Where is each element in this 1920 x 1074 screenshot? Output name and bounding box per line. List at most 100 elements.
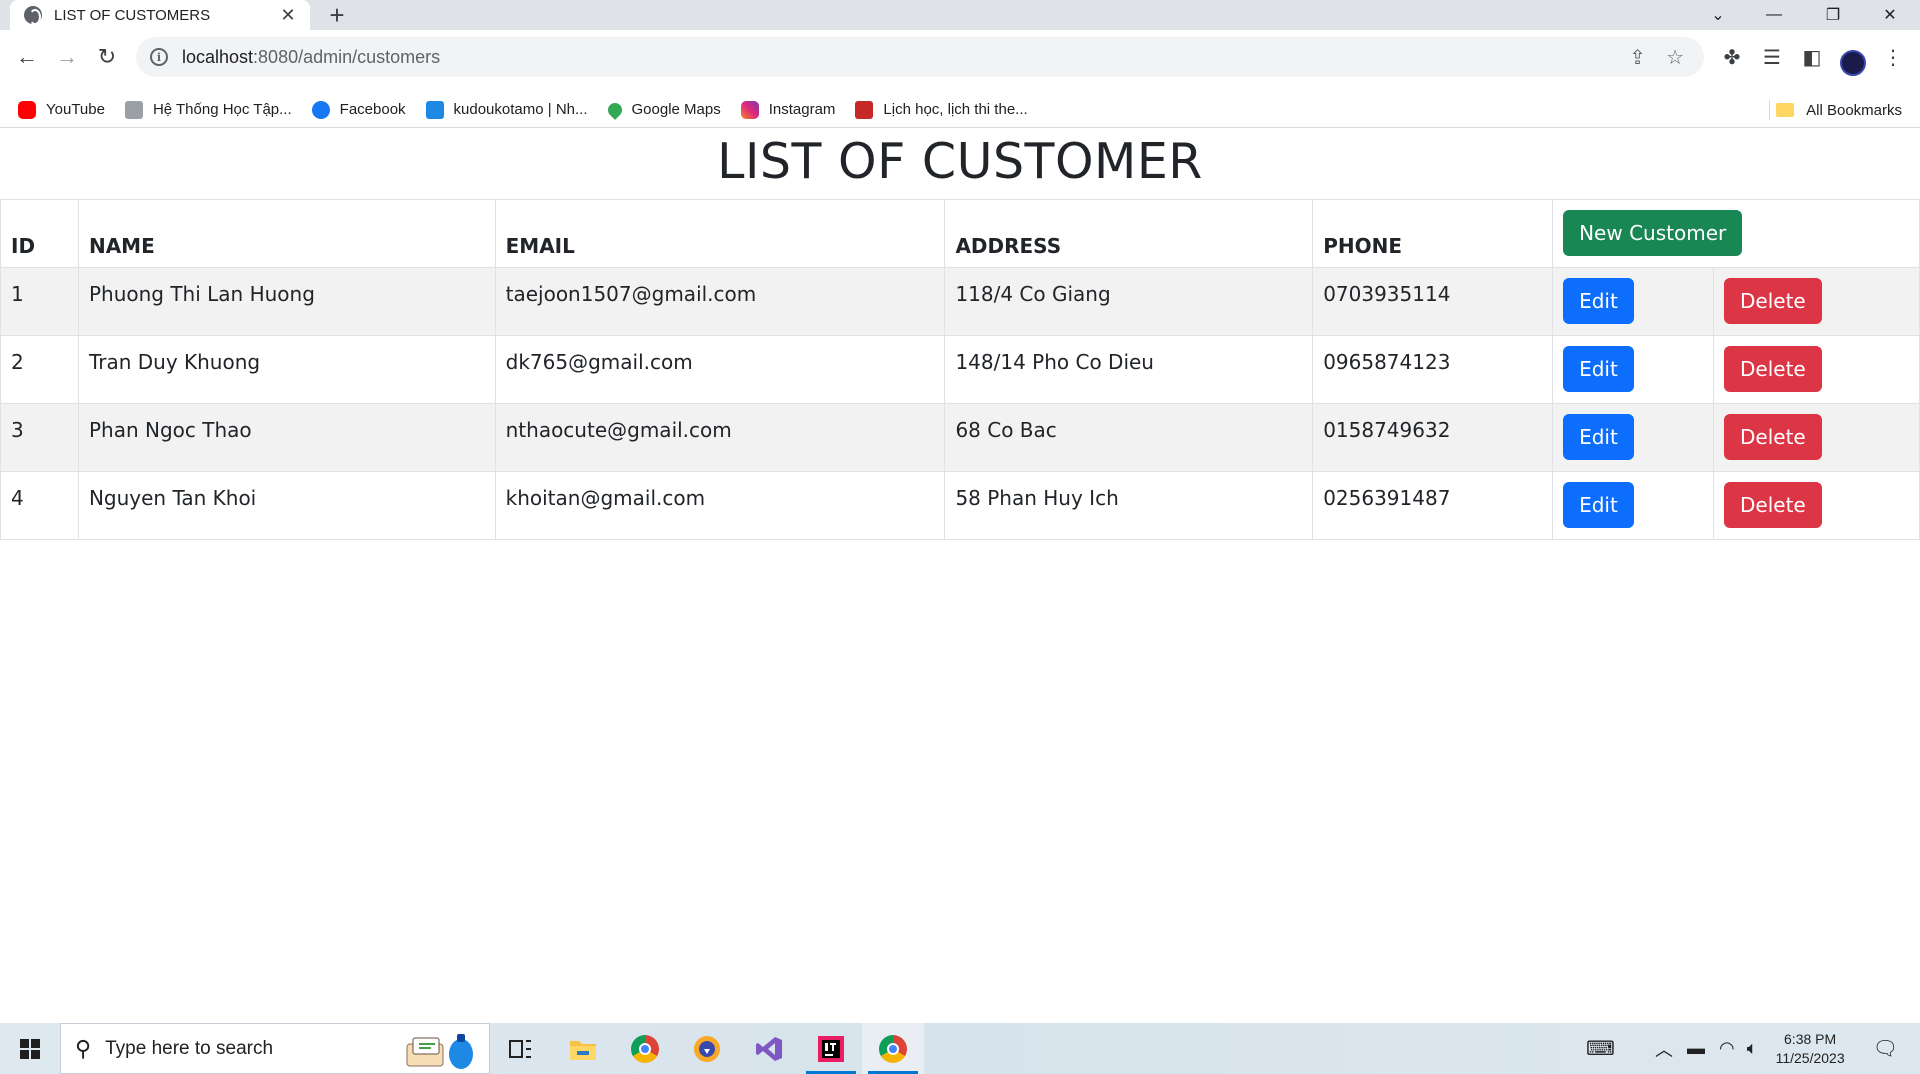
- vpn-app-button[interactable]: [676, 1023, 738, 1074]
- file-explorer-button[interactable]: [552, 1023, 614, 1074]
- folder-icon: [1776, 103, 1795, 117]
- bookmark-label: Facebook: [339, 101, 406, 118]
- bookmark-kudoukotamo[interactable]: kudoukotamo | Nh...: [425, 100, 588, 119]
- cell-address: 68 Co Bac: [944, 403, 1314, 472]
- side-panel-icon[interactable]: ◧: [1799, 44, 1825, 70]
- site-info-icon[interactable]: i: [150, 48, 168, 66]
- shield-app-icon: [694, 1035, 720, 1062]
- new-tab-button[interactable]: +: [322, 1, 352, 29]
- delete-button[interactable]: Delete: [1724, 414, 1822, 460]
- edit-cell: Edit: [1552, 471, 1715, 540]
- delete-button[interactable]: Delete: [1724, 346, 1822, 392]
- tab-title: LIST OF CUSTOMERS: [54, 6, 211, 24]
- delete-button[interactable]: Delete: [1724, 278, 1822, 324]
- school-icon: [124, 100, 143, 119]
- forward-arrow-icon[interactable]: →: [52, 42, 82, 72]
- bookmark-youtube[interactable]: YouTube: [18, 100, 105, 119]
- close-window-button[interactable]: ✕: [1862, 0, 1918, 30]
- bookmark-label: Instagram: [768, 101, 836, 118]
- cell-email: dk765@gmail.com: [494, 335, 946, 404]
- edit-button[interactable]: Edit: [1563, 482, 1634, 528]
- bookmark-lich-hoc[interactable]: Lịch học, lịch thi the...: [855, 100, 1028, 119]
- cell-id: 4: [0, 471, 79, 540]
- bookmark-facebook[interactable]: Facebook: [311, 100, 406, 119]
- table-row: 3 Phan Ngoc Thao nthaocute@gmail.com 68 …: [0, 403, 1920, 472]
- cell-phone: 0256391487: [1312, 471, 1554, 540]
- menu-kebab-icon[interactable]: ⋮: [1880, 44, 1906, 70]
- youtube-icon: [18, 100, 36, 119]
- cell-phone: 0158749632: [1312, 403, 1554, 472]
- cell-email: khoitan@gmail.com: [494, 471, 946, 540]
- edit-cell: Edit: [1552, 335, 1715, 404]
- delete-cell: Delete: [1713, 335, 1920, 404]
- camera-icon: [425, 100, 444, 119]
- bookmarks-bar: YouTube Hệ Thống Học Tập... Facebook kud…: [0, 92, 1920, 128]
- cell-phone: 0965874123: [1312, 335, 1554, 404]
- address-bar[interactable]: i localhost:8080/admin/customers ⇪ ☆: [136, 37, 1704, 77]
- search-highlight-icon: [406, 1034, 473, 1069]
- chrome-button[interactable]: [614, 1023, 676, 1074]
- intellij-button[interactable]: [800, 1023, 862, 1074]
- table-row: 1 Phuong Thi Lan Huong taejoon1507@gmail…: [0, 267, 1920, 336]
- delete-button[interactable]: Delete: [1724, 482, 1822, 528]
- edit-button[interactable]: Edit: [1563, 414, 1634, 460]
- chrome-icon: [631, 1034, 659, 1063]
- chrome-active-button[interactable]: [862, 1023, 924, 1074]
- cell-name: Phan Ngoc Thao: [77, 403, 496, 472]
- restore-button[interactable]: ❐: [1805, 0, 1861, 30]
- windows-taskbar: ⚲ Type here to search ⌨ ︿ ▬ ◠ 🔈︎ 6:38 PM…: [0, 1023, 1920, 1074]
- keyboard-icon[interactable]: ⌨: [1586, 1036, 1615, 1061]
- cell-name: Nguyen Tan Khoi: [77, 471, 496, 540]
- bookmark-star-icon[interactable]: ☆: [1666, 45, 1684, 70]
- chevron-up-icon[interactable]: ︿: [1655, 1036, 1673, 1062]
- cell-address: 58 Phan Huy Ich: [944, 471, 1314, 540]
- url-path: :8080/admin/customers: [253, 46, 441, 67]
- windows-logo-icon: [20, 1038, 40, 1059]
- cell-email: nthaocute@gmail.com: [494, 403, 946, 472]
- tab-search-icon[interactable]: ⌄: [1690, 0, 1746, 30]
- column-header-id: ID: [0, 199, 79, 268]
- tab-close-icon[interactable]: ✕: [278, 5, 298, 26]
- edit-button[interactable]: Edit: [1563, 346, 1634, 392]
- bookmark-label: YouTube: [46, 101, 105, 118]
- delete-cell: Delete: [1713, 267, 1920, 336]
- taskbar-search-box[interactable]: ⚲ Type here to search: [60, 1023, 490, 1074]
- bookmark-google-maps[interactable]: Google Maps: [604, 99, 721, 120]
- profile-avatar[interactable]: [1840, 50, 1866, 76]
- bookmark-label: Hệ Thống Học Tập...: [152, 101, 292, 118]
- battery-icon[interactable]: ▬: [1687, 1038, 1705, 1059]
- reload-icon[interactable]: ↻: [92, 42, 122, 72]
- customers-table: ID NAME EMAIL ADDRESS PHONE New Customer…: [0, 199, 1920, 540]
- wifi-icon[interactable]: ◠: [1719, 1038, 1735, 1059]
- share-icon[interactable]: ⇪: [1629, 45, 1646, 70]
- cell-email: taejoon1507@gmail.com: [494, 267, 946, 336]
- visual-studio-button[interactable]: [738, 1023, 800, 1074]
- new-customer-button[interactable]: New Customer: [1563, 210, 1743, 256]
- tab-strip: LIST OF CUSTOMERS ✕ + ⌄ — ❐ ✕: [0, 0, 1920, 30]
- bookmarks-divider: [1769, 100, 1770, 120]
- clock[interactable]: 6:38 PM 11/25/2023: [1776, 1030, 1845, 1068]
- start-button[interactable]: [0, 1023, 60, 1074]
- visual-studio-icon: [756, 1036, 782, 1061]
- new-customer-cell: New Customer: [1552, 199, 1920, 268]
- browser-tab[interactable]: LIST OF CUSTOMERS ✕: [10, 0, 310, 30]
- all-bookmarks-label: All Bookmarks: [1806, 101, 1902, 119]
- table-header-row: ID NAME EMAIL ADDRESS PHONE New Customer: [0, 199, 1920, 268]
- edit-button[interactable]: Edit: [1563, 278, 1634, 324]
- chrome-icon: [879, 1034, 907, 1063]
- volume-icon[interactable]: 🔈︎: [1747, 1038, 1758, 1059]
- bookmark-label: Google Maps: [631, 101, 721, 118]
- cell-name: Tran Duy Khuong: [77, 335, 496, 404]
- task-view-button[interactable]: [490, 1023, 552, 1074]
- reading-list-icon[interactable]: ☰: [1759, 44, 1785, 70]
- extensions-icon[interactable]: ✤: [1719, 44, 1745, 70]
- bookmark-label: Lịch học, lịch thi the...: [883, 101, 1028, 118]
- bookmark-instagram[interactable]: Instagram: [740, 100, 836, 119]
- all-bookmarks-button[interactable]: All Bookmarks: [1776, 92, 1902, 128]
- map-pin-icon: [604, 99, 625, 120]
- back-arrow-icon[interactable]: ←: [12, 42, 42, 72]
- minimize-button[interactable]: —: [1746, 0, 1802, 30]
- notification-icon[interactable]: 🗨︎: [1873, 1036, 1898, 1061]
- globe-icon: [24, 6, 42, 25]
- bookmark-hethong[interactable]: Hệ Thống Học Tập...: [124, 100, 292, 119]
